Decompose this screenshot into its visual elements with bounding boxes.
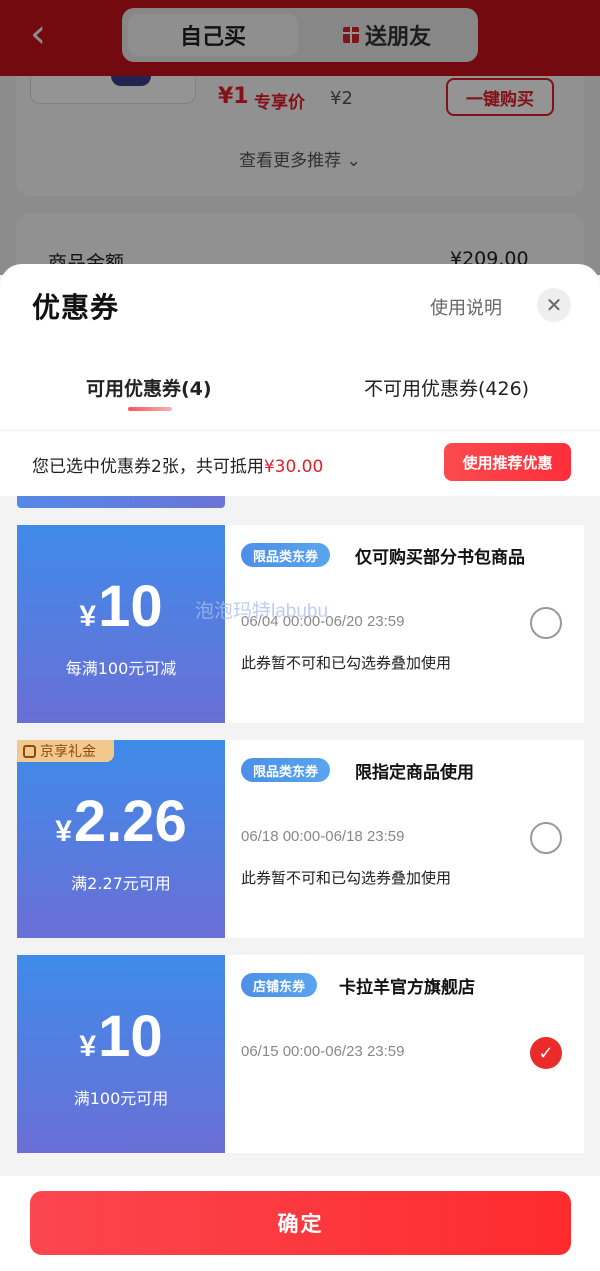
coupon-amount: ¥2.26: [17, 788, 225, 855]
coupon-amount: ¥10: [17, 1003, 225, 1070]
gift-cash-tag: 京享礼金: [17, 740, 114, 762]
coupon-card[interactable]: ¥10 满100元可用 店铺东券 卡拉羊官方旗舰店 06/15 00:00-06…: [13, 955, 584, 1153]
selection-summary-bar: 您已选中优惠券2张，共可抵用¥30.00 使用推荐优惠: [0, 430, 600, 496]
coupon-condition: 每满100元可减: [65, 659, 177, 678]
coupon-value-panel: 京享礼金 ¥2.26 满2.27元可用: [13, 740, 225, 938]
active-tab-indicator: [128, 407, 172, 411]
gift-cash-label: 京享礼金: [40, 744, 96, 760]
coupon-select-radio[interactable]: [530, 822, 562, 854]
coupon-title: 限指定商品使用: [355, 763, 474, 783]
coupon-sheet: 优惠券 使用说明 ✕ 可用优惠券(4) 不可用优惠券(426) 您已选中优惠券2…: [0, 264, 600, 1271]
coupon-title: 仅可购买部分书包商品: [355, 548, 525, 568]
sheet-title: 优惠券: [32, 291, 120, 324]
coupon-value-panel: ¥10 每满100元可减: [13, 525, 225, 723]
coupon-type-badge: 店铺东券: [241, 973, 318, 997]
coupon-select-radio[interactable]: [530, 607, 562, 639]
coupon-amount-value: 2.26: [73, 789, 187, 854]
coupon-amount: ¥10: [17, 573, 225, 640]
coupon-note: 此券暂不可和已勾选券叠加使用: [241, 654, 452, 672]
coupon-card-partial: [17, 496, 225, 508]
coupon-condition: 满2.27元可用: [71, 874, 171, 893]
use-recommended-button[interactable]: 使用推荐优惠: [444, 443, 571, 481]
tab-unavailable-coupons[interactable]: 不可用优惠券(426): [364, 374, 529, 401]
confirm-button[interactable]: 确定: [30, 1191, 571, 1255]
coupon-value-panel: ¥10 满100元可用: [13, 955, 225, 1153]
coupon-select-radio-checked[interactable]: ✓: [530, 1037, 562, 1069]
coupon-card[interactable]: 京享礼金 ¥2.26 满2.27元可用 限品类东券 限指定商品使用 06/18 …: [13, 740, 584, 938]
selection-summary: 您已选中优惠券2张，共可抵用¥30.00: [32, 452, 323, 477]
coupon-validity: 06/15 00:00-06/23 23:59: [241, 1043, 405, 1060]
coupon-currency: ¥: [79, 600, 97, 633]
coupon-card[interactable]: ¥10 每满100元可减 限品类东券 仅可购买部分书包商品 06/04 00:0…: [13, 525, 584, 723]
selection-summary-text: 您已选中优惠券2张，共可抵用: [32, 457, 264, 477]
close-icon[interactable]: ✕: [537, 288, 571, 322]
watermark-text: 泡泡玛特labubu: [195, 601, 329, 622]
coupon-currency: ¥: [79, 1030, 97, 1063]
modal-overlay[interactable]: [0, 0, 600, 275]
selection-amount: ¥30.00: [263, 457, 324, 477]
gift-bag-icon: [23, 744, 36, 758]
coupon-note: 此券暂不可和已勾选券叠加使用: [241, 869, 452, 887]
checkmark-icon: ✓: [538, 1042, 554, 1064]
coupon-currency: ¥: [55, 815, 72, 848]
coupon-validity: 06/18 00:00-06/18 23:59: [241, 828, 405, 845]
coupon-type-badge: 限品类东券: [241, 758, 331, 782]
tab-available-coupons[interactable]: 可用优惠券(4): [86, 374, 212, 401]
coupon-amount-value: 10: [98, 1004, 163, 1069]
coupon-title: 卡拉羊官方旗舰店: [339, 978, 475, 998]
sheet-footer: 确定: [0, 1176, 600, 1271]
usage-instructions-link[interactable]: 使用说明: [430, 294, 502, 320]
coupon-type-badge: 限品类东券: [241, 543, 331, 567]
coupon-condition: 满100元可用: [73, 1089, 169, 1108]
coupon-amount-value: 10: [98, 574, 163, 639]
